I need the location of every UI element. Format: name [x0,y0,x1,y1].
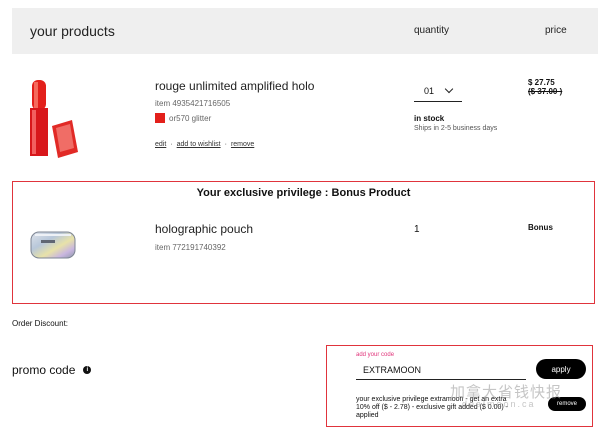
promo-code-input[interactable] [356,360,526,380]
apply-button[interactable]: apply [536,359,586,379]
product-shade: or570 glitter [169,114,212,123]
original-price: ($ 37.00 ) [528,87,563,96]
quantity-select[interactable]: 01 [414,80,462,102]
sale-price: $ 27.75 [528,78,555,87]
bonus-item-number: item 772191740392 [155,243,226,252]
product-actions: edit · add to wishlist · remove [155,141,254,148]
chevron-down-icon [444,84,454,94]
page-title: your products [30,23,115,39]
info-icon[interactable]: i [83,366,92,374]
stock-status: in stock [414,114,445,123]
promo-code-heading: promo code i [12,363,92,377]
quantity-column-header: quantity [414,25,450,36]
holographic-pouch-image[interactable] [29,228,77,262]
bonus-title: Your exclusive privilege : Bonus Product [196,187,411,199]
bonus-product-name[interactable]: holographic pouch [155,222,253,236]
lipstick-product-image[interactable] [24,78,84,160]
bonus-quantity: 1 [414,224,420,235]
order-discount-label: Order Discount: [12,319,69,328]
edit-link[interactable]: edit [155,141,166,148]
shipping-info: Ships in 2-5 business days [414,125,498,132]
bonus-price: Bonus [528,223,553,232]
remove-link[interactable]: remove [231,141,254,148]
bonus-product-box: Your exclusive privilege : Bonus Product… [12,181,595,304]
separator-dot: · [170,141,173,148]
promo-code-label: promo code [12,363,76,377]
price-column-header: price [545,25,567,36]
shade-swatch [155,113,165,123]
add-to-wishlist-link[interactable]: add to wishlist [177,141,221,148]
cart-header: your products quantity price [12,8,598,54]
watermark-subtext: dealmoon.ca [462,399,536,409]
product-name[interactable]: rouge unlimited amplified holo [155,79,314,93]
promo-input-caption: add your code [356,352,395,358]
product-item-number: item 4935421716505 [155,99,231,108]
quantity-value: 01 [424,85,435,96]
separator-dot: · [224,141,227,148]
